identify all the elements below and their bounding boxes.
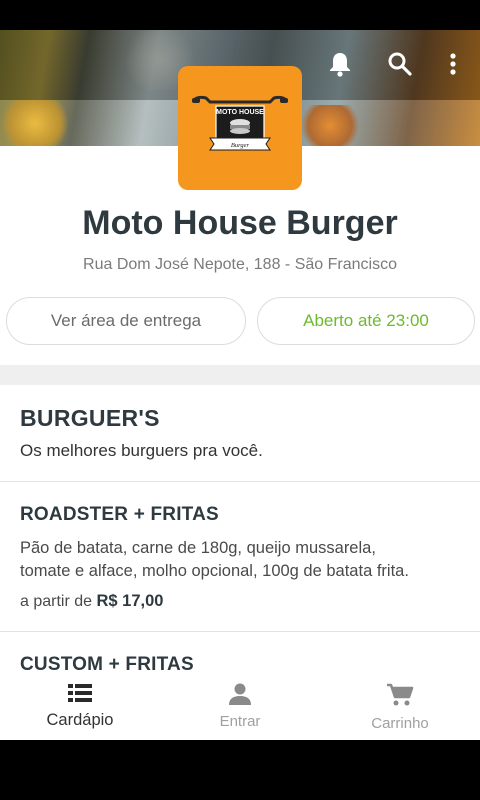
nav-login[interactable]: Entrar — [160, 670, 320, 740]
menu-item-name: ROADSTER + FRITAS — [20, 504, 219, 525]
logo-bottom-text: Burger — [231, 142, 250, 149]
nav-cart-label: Carrinho — [371, 715, 429, 732]
logo-top-text: MOTO HOUSE — [216, 109, 264, 116]
system-nav-area — [0, 740, 480, 800]
more-vert-icon[interactable] — [440, 50, 466, 78]
menu-list-icon — [68, 684, 92, 702]
menu-item-description-line-2: tomate e alface, molho opcional, 100g de… — [20, 562, 409, 580]
nav-cart[interactable]: Carrinho — [320, 670, 480, 740]
menu-item-name: CUSTOM + FRITAS — [20, 654, 194, 670]
section-title: BURGUER'S — [20, 405, 160, 431]
divider — [0, 481, 480, 482]
nav-menu[interactable]: Cardápio — [0, 670, 160, 740]
status-bar — [0, 0, 480, 30]
store-name: Moto House Burger — [82, 204, 398, 242]
price-prefix: a partir de — [20, 593, 93, 610]
search-icon[interactable] — [387, 50, 413, 78]
nav-login-label: Entrar — [219, 713, 261, 730]
person-icon — [229, 683, 251, 705]
section-separator — [0, 365, 480, 385]
store-address: Rua Dom José Nepote, 188 - São Francisco — [83, 256, 397, 273]
menu-item-description-line-1: Pão de batata, carne de 180g, queijo mus… — [20, 539, 376, 557]
bell-icon[interactable] — [327, 50, 353, 78]
app-screen: Moto House Burger Rua Dom José Nepote, 1… — [0, 0, 480, 800]
section-description: Os melhores burguers pra você. — [20, 441, 263, 460]
bottom-navigation: Cardápio Entrar Carrinho — [0, 670, 480, 740]
menu-item-price-row: a partir de R$ 17,00 — [20, 592, 163, 611]
cart-icon — [387, 683, 414, 706]
store-logo: MOTO HOUSE Burger — [178, 66, 302, 190]
divider — [0, 631, 480, 632]
delivery-area-button[interactable]: Ver área de entrega — [6, 297, 246, 345]
menu-item-price: R$ 17,00 — [96, 592, 164, 610]
nav-menu-label: Cardápio — [46, 711, 114, 729]
opening-hours-badge: Aberto até 23:00 — [257, 297, 475, 345]
scroll-content[interactable]: Moto House Burger Rua Dom José Nepote, 1… — [0, 146, 480, 670]
